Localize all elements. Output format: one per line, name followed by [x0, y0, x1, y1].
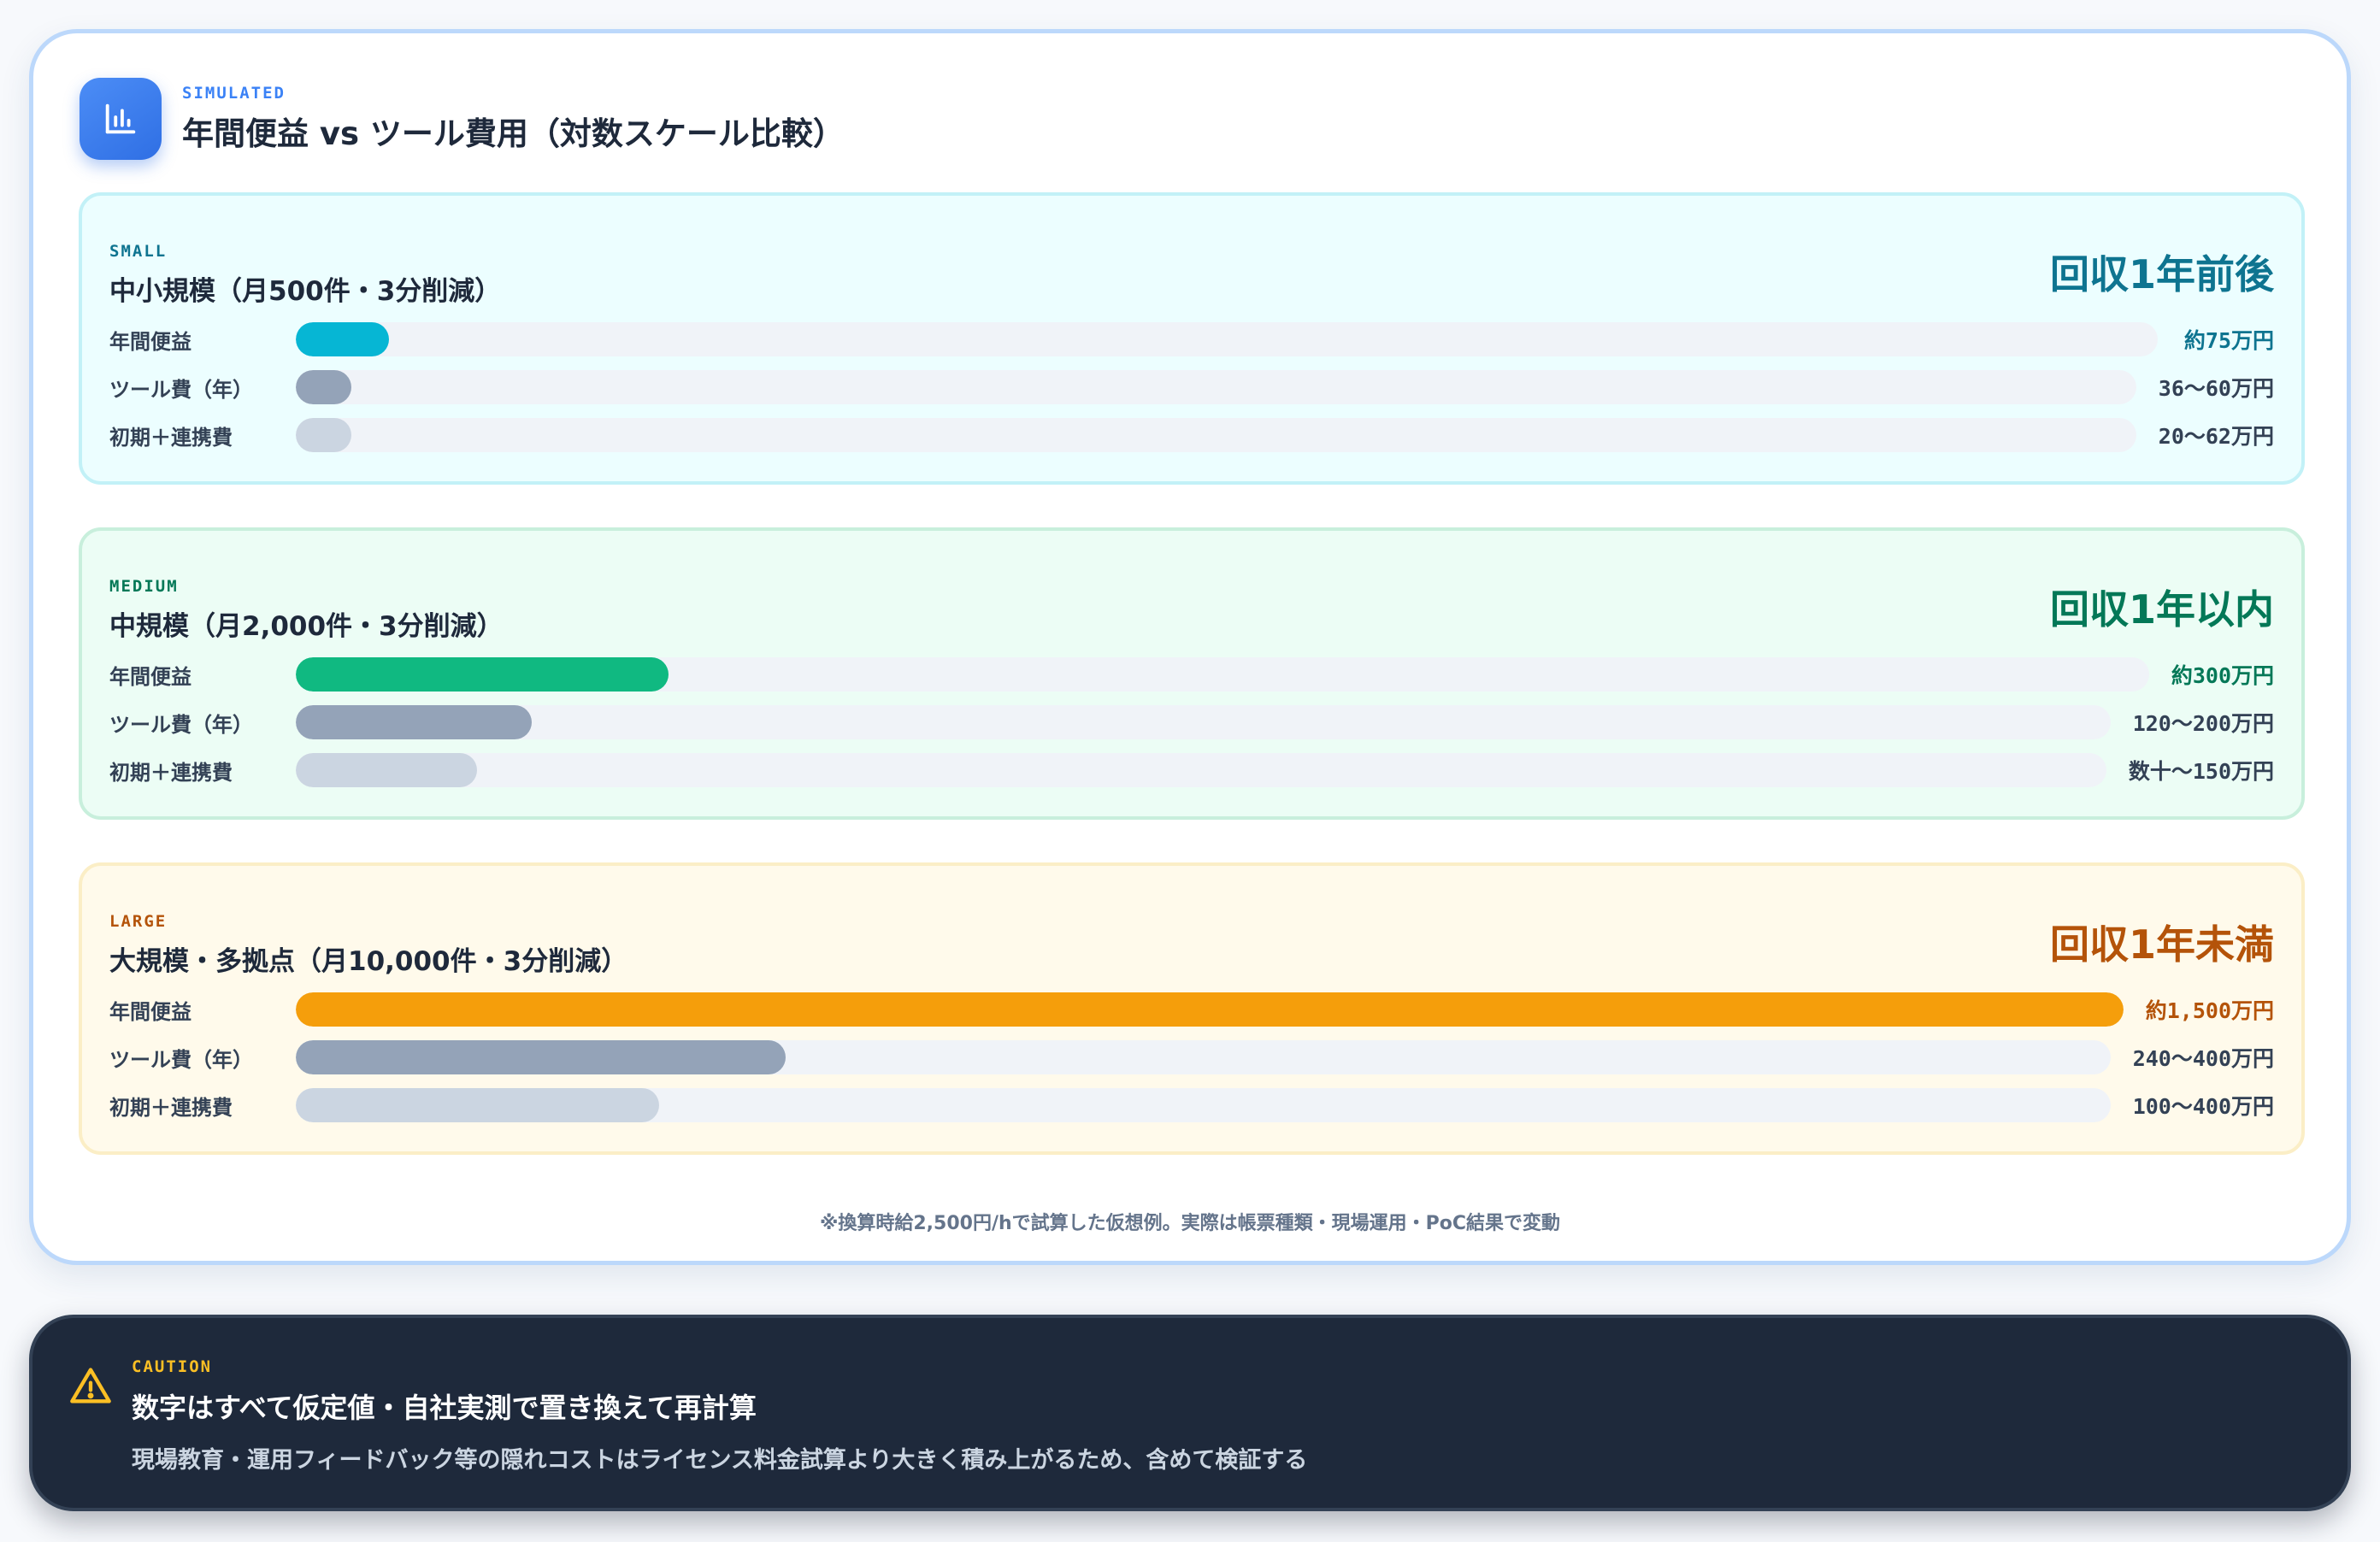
bar-label: 年間便益	[109, 999, 191, 1024]
bar-track	[296, 657, 2149, 692]
initial-cost-bar	[296, 753, 477, 787]
initial-cost-bar	[296, 418, 351, 452]
initial-cost-bar	[296, 1088, 659, 1122]
bar-label: ツール費（年）	[109, 712, 253, 737]
bar-value: 数十〜150万円	[2128, 759, 2274, 784]
tool-cost-bar	[296, 705, 532, 739]
scenario-title: 大規模・多拠点（月10,000件・3分削減）	[109, 946, 628, 977]
bar-value: 100〜400万円	[2132, 1094, 2274, 1119]
bar-row-benefit: 年間便益 約300万円	[109, 657, 2274, 692]
bar-track	[296, 753, 2106, 787]
bar-row-initial-cost: 初期＋連携費 100〜400万円	[109, 1088, 2274, 1122]
scenario-small: SMALL 中小規模（月500件・3分削減） 回収1年前後 年間便益 約75万円…	[79, 192, 2305, 485]
bar-track	[296, 992, 2124, 1027]
benefit-bar	[296, 322, 389, 356]
payback-label: 回収1年以内	[2049, 586, 2274, 633]
scenario-eyebrow: MEDIUM	[109, 577, 179, 596]
bar-value: 36〜60万円	[2158, 376, 2274, 401]
benefit-bar	[296, 992, 2124, 1027]
card-title: 年間便益 vs ツール費用（対数スケール比較）	[182, 115, 845, 152]
scenario-title: 中小規模（月500件・3分削減）	[109, 276, 502, 307]
warning-triangle-icon	[68, 1364, 113, 1409]
caution-panel: CAUTION 数字はすべて仮定値・自社実測で置き換えて再計算 現場教育・運用フ…	[29, 1315, 2351, 1511]
bar-track	[296, 705, 2111, 739]
bar-track	[296, 1040, 2111, 1074]
roi-comparison-card: SIMULATED 年間便益 vs ツール費用（対数スケール比較） SMALL …	[29, 29, 2351, 1265]
bar-track	[296, 322, 2158, 356]
scenario-title: 中規模（月2,000件・3分削減）	[109, 611, 504, 642]
bar-track	[296, 418, 2136, 452]
scenario-medium: MEDIUM 中規模（月2,000件・3分削減） 回収1年以内 年間便益 約30…	[79, 527, 2305, 820]
bar-label: 初期＋連携費	[109, 1095, 233, 1120]
bar-chart-icon	[80, 78, 162, 160]
bar-label: 年間便益	[109, 664, 191, 689]
bar-value: 120〜200万円	[2132, 711, 2274, 736]
caution-title: 数字はすべて仮定値・自社実測で置き換えて再計算	[132, 1392, 757, 1424]
header-eyebrow: SIMULATED	[182, 84, 286, 103]
bar-row-tool-cost: ツール費（年） 240〜400万円	[109, 1040, 2274, 1074]
scenario-eyebrow: LARGE	[109, 912, 168, 931]
bar-row-initial-cost: 初期＋連携費 数十〜150万円	[109, 753, 2274, 787]
benefit-bar	[296, 657, 669, 692]
bar-label: 初期＋連携費	[109, 425, 233, 450]
bar-row-initial-cost: 初期＋連携費 20〜62万円	[109, 418, 2274, 452]
payback-label: 回収1年未満	[2049, 921, 2274, 968]
scenario-eyebrow: SMALL	[109, 242, 168, 261]
bar-label: 年間便益	[109, 329, 191, 354]
payback-label: 回収1年前後	[2049, 251, 2274, 297]
card-header: SIMULATED 年間便益 vs ツール費用（対数スケール比較）	[80, 78, 845, 160]
bar-row-tool-cost: ツール費（年） 120〜200万円	[109, 705, 2274, 739]
bar-value: 約75万円	[2183, 328, 2274, 353]
tool-cost-bar	[296, 1040, 786, 1074]
tool-cost-bar	[296, 370, 351, 404]
bar-row-tool-cost: ツール費（年） 36〜60万円	[109, 370, 2274, 404]
bar-track	[296, 370, 2136, 404]
caution-eyebrow: CAUTION	[132, 1357, 213, 1376]
bar-value: 約300万円	[2171, 663, 2274, 688]
bar-label: ツール費（年）	[109, 1047, 253, 1072]
bar-value: 240〜400万円	[2132, 1046, 2274, 1071]
bar-label: 初期＋連携費	[109, 760, 233, 785]
bar-track	[296, 1088, 2111, 1122]
caution-description: 現場教育・運用フィードバック等の隠れコストはライセンス料金試算より大きく積み上が…	[132, 1447, 1308, 1474]
bar-label: ツール費（年）	[109, 377, 253, 402]
bar-row-benefit: 年間便益 約1,500万円	[109, 992, 2274, 1027]
footnote: ※換算時給2,500円/hで試算した仮想例。実際は帳票種類・現場運用・PoC結果…	[819, 1213, 1561, 1234]
bar-value: 20〜62万円	[2158, 424, 2274, 449]
scenario-large: LARGE 大規模・多拠点（月10,000件・3分削減） 回収1年未満 年間便益…	[79, 862, 2305, 1155]
bar-value: 約1,500万円	[2145, 998, 2274, 1023]
bar-row-benefit: 年間便益 約75万円	[109, 322, 2274, 356]
